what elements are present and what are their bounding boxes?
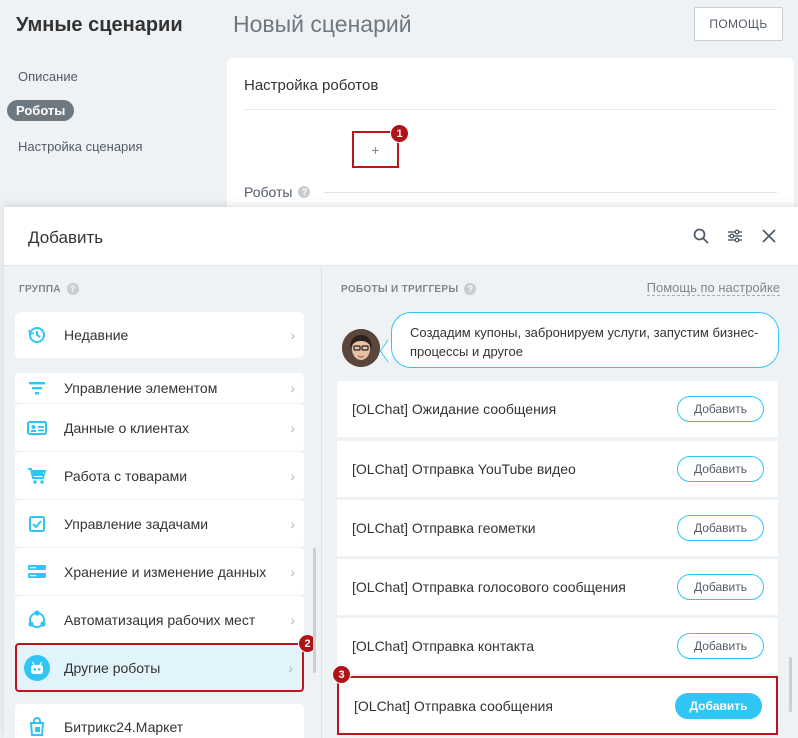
- robot-row-geotag: [OLChat] Отправка геометки Добавить: [337, 500, 778, 556]
- storage-icon: [24, 559, 50, 585]
- group-list-column: ГРУППА ? Недавние › Управление элементом…: [4, 267, 322, 738]
- chevron-right-icon: ›: [290, 611, 295, 628]
- chevron-right-icon: ›: [290, 419, 295, 436]
- add-robot-button[interactable]: Добавить: [677, 396, 764, 422]
- cart-icon: [24, 463, 50, 489]
- sidebar-item-description[interactable]: Описание: [18, 69, 78, 84]
- group-label: Битрикс24.Маркет: [64, 719, 184, 735]
- add-robot-button[interactable]: Добавить: [677, 633, 764, 659]
- step-badge-3: 3: [332, 665, 351, 684]
- robots-section-label: Роботы ?: [244, 184, 311, 200]
- group-label: Управление элементом: [64, 380, 218, 396]
- history-icon: [24, 322, 50, 348]
- add-robot-button[interactable]: Добавить: [675, 692, 762, 719]
- group-label: Управление задачами: [64, 515, 209, 532]
- chevron-right-icon: ›: [290, 380, 295, 396]
- panel-title: Добавить: [28, 228, 104, 247]
- scrollbar[interactable]: [313, 548, 316, 673]
- search-icon[interactable]: [692, 227, 710, 245]
- app-title: Умные сценарии: [16, 14, 183, 36]
- setup-help-link[interactable]: Помощь по настройке: [646, 280, 780, 296]
- robot-name: [OLChat] Отправка геометки: [352, 520, 536, 536]
- divider: [324, 192, 777, 193]
- filter-icon: [24, 375, 50, 401]
- divider: [244, 109, 777, 110]
- panel-header: Добавить: [4, 207, 798, 266]
- chat-bubble: Создадим купоны, забронируем услуги, зап…: [391, 312, 779, 368]
- help-question-icon[interactable]: ?: [66, 283, 79, 295]
- group-item-recent[interactable]: Недавние ›: [15, 312, 304, 358]
- robots-triggers-header-text: РОБОТЫ И ТРИГГЕРЫ: [341, 283, 459, 295]
- page-title: Новый сценарий: [233, 11, 412, 37]
- group-item-market[interactable]: Битрикс24.Маркет: [15, 704, 304, 738]
- robots-list-column: РОБОТЫ И ТРИГГЕРЫ ? Помощь по настройке …: [323, 267, 798, 738]
- scrollbar[interactable]: [789, 657, 792, 712]
- group-label: Работа с товарами: [64, 467, 188, 484]
- add-robot-panel: Добавить ГРУППА ? Недавние › Управление …: [4, 207, 798, 738]
- chevron-right-icon: ›: [288, 659, 293, 676]
- group-item-data-storage[interactable]: Хранение и изменение данных ›: [15, 548, 304, 595]
- robots-triggers-header: РОБОТЫ И ТРИГГЕРЫ ?: [341, 283, 477, 295]
- robot-row-voice-message: [OLChat] Отправка голосового сообщения Д…: [337, 559, 778, 615]
- robot-name: [OLChat] Отправка YouTube видео: [352, 461, 576, 477]
- chevron-right-icon: ›: [290, 467, 295, 484]
- robot-row-youtube: [OLChat] Отправка YouTube видео Добавить: [337, 441, 778, 497]
- help-question-icon[interactable]: ?: [464, 283, 477, 295]
- group-header: ГРУППА ?: [19, 283, 79, 295]
- plus-icon: +: [371, 141, 380, 158]
- market-bag-icon: [24, 714, 50, 738]
- close-icon[interactable]: [760, 227, 778, 245]
- sidebar-item-scenario-settings[interactable]: Настройка сценария: [18, 139, 143, 154]
- robot-icon: [24, 654, 50, 681]
- add-robot-button[interactable]: Добавить: [677, 574, 764, 600]
- group-item-workplace-automation[interactable]: Автоматизация рабочих мест ›: [15, 596, 304, 643]
- group-label: Другие роботы: [64, 659, 161, 676]
- robot-row-wait-message: [OLChat] Ожидание сообщения Добавить: [337, 381, 778, 437]
- group-label: Автоматизация рабочих мест: [64, 611, 256, 628]
- robots-label-text: Роботы: [244, 184, 293, 200]
- sidebar-item-robots[interactable]: Роботы: [7, 100, 75, 121]
- robot-name: [OLChat] Отправка голосового сообщения: [352, 579, 626, 595]
- contact-card-icon: [24, 415, 50, 441]
- avatar: [342, 329, 380, 367]
- task-icon: [24, 511, 50, 537]
- help-button[interactable]: ПОМОЩЬ: [694, 7, 783, 41]
- settings-sliders-icon[interactable]: [726, 227, 744, 245]
- group-item-products[interactable]: Работа с товарами ›: [15, 452, 304, 499]
- group-item-other-robots[interactable]: Другие роботы ›: [15, 643, 304, 692]
- robots-settings-card: Настройка роботов + 1 Роботы ?: [227, 58, 794, 218]
- workflow-icon: [24, 607, 50, 633]
- robot-row-send-message: [OLChat] Отправка сообщения Добавить: [337, 676, 778, 735]
- add-robot-button[interactable]: Добавить: [677, 456, 764, 482]
- robot-name: [OLChat] Ожидание сообщения: [352, 401, 557, 417]
- help-question-icon[interactable]: ?: [298, 186, 311, 198]
- robot-name: [OLChat] Отправка контакта: [352, 638, 535, 654]
- group-label: Недавние: [64, 327, 129, 343]
- group-item-task-management[interactable]: Управление задачами ›: [15, 500, 304, 547]
- step-badge-1: 1: [390, 124, 409, 143]
- group-header-text: ГРУППА: [19, 283, 61, 295]
- group-item-element-management[interactable]: Управление элементом ›: [15, 373, 304, 403]
- add-robot-button[interactable]: Добавить: [677, 515, 764, 541]
- robot-name: [OLChat] Отправка сообщения: [354, 697, 553, 714]
- card-title: Настройка роботов: [244, 77, 379, 94]
- chevron-right-icon: ›: [290, 327, 295, 343]
- group-label: Хранение и изменение данных: [64, 563, 267, 580]
- chevron-right-icon: ›: [290, 515, 295, 532]
- robot-row-contact: [OLChat] Отправка контакта Добавить: [337, 618, 778, 674]
- chevron-right-icon: ›: [290, 563, 295, 580]
- group-label: Данные о клиентах: [64, 419, 189, 436]
- group-item-client-data[interactable]: Данные о клиентах ›: [15, 404, 304, 451]
